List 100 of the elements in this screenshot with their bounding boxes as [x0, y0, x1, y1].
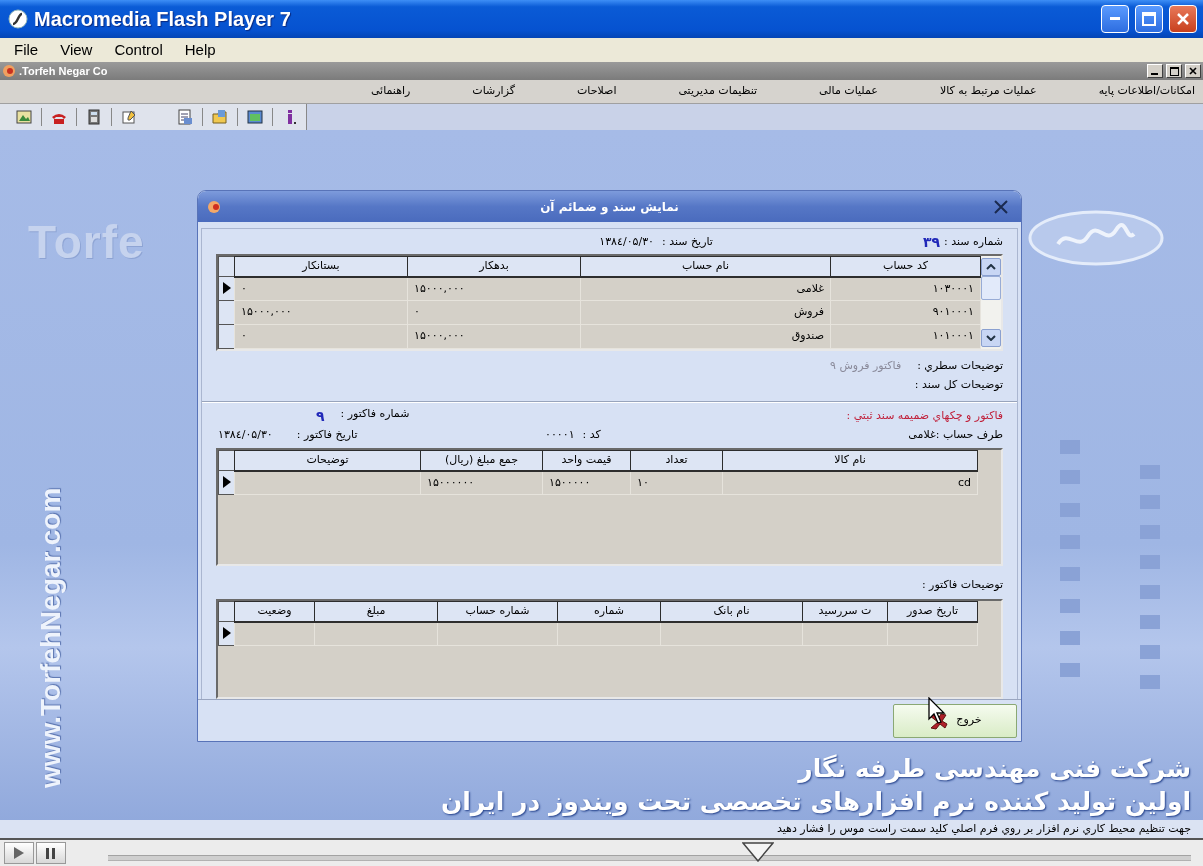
row-pointer-icon [222, 476, 231, 489]
app-menu-item[interactable]: عملیات مرتبط به کالا [939, 83, 1037, 100]
app-menu-item[interactable]: اصلاحات [576, 83, 617, 100]
scroll-thumb[interactable] [981, 275, 1001, 300]
column-header[interactable]: نام حساب [580, 256, 831, 277]
play-icon [13, 847, 25, 859]
field-value: ۰۰۰۰۱ [545, 427, 575, 444]
app-menu-item[interactable]: عملیات مالی [819, 83, 878, 100]
exit-button[interactable]: خروج [893, 703, 1017, 738]
table-cell: ۹۰۱۰۰۰۱ [830, 300, 981, 325]
column-header[interactable]: نام بانک [660, 601, 803, 622]
close-icon [994, 199, 1008, 214]
column-header[interactable]: مبلغ [314, 601, 438, 622]
table-cell: ۱۵۰۰۰,۰۰۰ [234, 300, 408, 325]
folder-icon [212, 109, 228, 125]
minimize-icon [1110, 17, 1120, 21]
company-tagline: اولین تولید کننده نرم افزارهای تخصصی تحت ویندوز در ایران [440, 786, 1191, 818]
column-header[interactable]: شماره [557, 601, 661, 622]
scroll-up-button[interactable] [981, 258, 1001, 276]
row-selector[interactable] [218, 276, 235, 301]
menu-item[interactable]: File [14, 38, 39, 62]
column-header[interactable]: وضعیت [234, 601, 315, 622]
table-cell: ۱۰۳۰۰۰۱ [830, 276, 981, 301]
mouse-cursor-icon [928, 697, 948, 725]
field-label: توضیحات سطري : [917, 358, 1003, 375]
app-logo-icon [2, 64, 16, 78]
window-icon [247, 109, 263, 125]
row-header-corner [218, 450, 235, 471]
maximize-button[interactable] [1166, 64, 1182, 78]
toolbar-button[interactable] [247, 109, 263, 125]
picture-icon [16, 109, 32, 125]
table-cell: ۱۵۰۰۰,۰۰۰ [407, 324, 581, 349]
toolbar-button[interactable] [16, 109, 32, 125]
section-heading: فاکتور و چکهاي ضميمه سند ثبتي : [846, 408, 1003, 425]
column-header[interactable]: بدهکار [407, 256, 581, 277]
row-selector[interactable] [218, 470, 235, 495]
menu-item[interactable]: View [60, 38, 93, 62]
toolbar-button[interactable] [121, 109, 137, 125]
table-cell: ۱۵۰۰۰,۰۰۰ [407, 276, 581, 301]
close-icon [1176, 12, 1190, 26]
calculator-icon [86, 109, 102, 125]
field-value: غلامی [908, 427, 936, 444]
field-label: تاریخ سند : [662, 234, 713, 251]
company-tagline: شرکت فنی مهندسی طرفه نگار [796, 753, 1191, 785]
field-label: توضیحات کل سند : [914, 377, 1003, 394]
toolbar-button[interactable] [177, 109, 193, 125]
field-value: فاکتور فروش ۹ [830, 358, 902, 375]
maximize-icon [1169, 66, 1179, 76]
scroll-down-button[interactable] [981, 329, 1001, 347]
app-menu-item[interactable]: امکانات/اطلاعات پایه [1098, 83, 1195, 100]
column-header[interactable]: کد حساب [830, 256, 981, 277]
field-label: شماره سند : [944, 234, 1003, 251]
field-label: تاریخ فاکتور : [296, 427, 358, 444]
window-title: Macromedia Flash Player 7 [34, 7, 291, 32]
field-value: ۹ [316, 407, 325, 426]
table-cell: غلامی [580, 276, 831, 301]
menu-item[interactable]: Control [114, 38, 163, 62]
table-cell: ۱۵۰۰۰۰۰ [542, 470, 631, 495]
column-header[interactable]: جمع مبلغ (ریال) [420, 450, 543, 471]
flash-icon [8, 9, 28, 29]
table-cell: ۰ [234, 276, 408, 301]
pause-button[interactable] [36, 842, 66, 864]
table-cell: فروش [580, 300, 831, 325]
toolbar-button[interactable] [86, 109, 102, 125]
app-menu-item[interactable]: تنظیمات مدیریتی [678, 83, 758, 100]
row-selector[interactable] [218, 324, 235, 349]
minimize-button[interactable] [1147, 64, 1163, 78]
close-icon [1189, 67, 1197, 75]
table-cell: cd [722, 470, 978, 495]
column-header[interactable]: تاریخ صدور [887, 601, 978, 622]
table-cell: ۰ [234, 324, 408, 349]
field-value: ۱۳۸٤/۰۵/۳۰ [599, 234, 654, 251]
scrollbar[interactable] [981, 256, 1001, 349]
table-cell: صندوق [580, 324, 831, 349]
column-header[interactable]: توضیحات [234, 450, 421, 471]
table-cell: ۱۵۰۰۰۰۰۰ [420, 470, 543, 495]
play-button[interactable] [4, 842, 34, 864]
row-selector[interactable] [218, 300, 235, 325]
document-icon [177, 109, 193, 125]
field-label: شماره فاکتور : [340, 406, 410, 422]
close-button[interactable] [1185, 64, 1201, 78]
column-header[interactable]: شماره حساب [437, 601, 558, 622]
column-header[interactable]: تعداد [630, 450, 723, 471]
app-menu-item[interactable]: راهنمائی [370, 83, 411, 100]
table-cell: ۰ [407, 300, 581, 325]
menu-item[interactable]: Help [184, 38, 216, 62]
app-title: .Torfeh Negar Co [19, 63, 108, 79]
app-menu-item[interactable]: گزارشات [472, 83, 515, 100]
column-header[interactable]: بستانکار [234, 256, 408, 277]
column-header[interactable]: نام کالا [722, 450, 978, 471]
dialog-title: نمایش سند و ضمائم آن [540, 198, 679, 216]
row-pointer-icon [222, 627, 231, 640]
column-header[interactable]: ت سررسید [802, 601, 888, 622]
row-header-corner [218, 601, 235, 622]
pause-icon [46, 847, 56, 859]
field-value: ۳۹ [922, 233, 940, 252]
field-label: توضیحات فاکتور : [921, 577, 1003, 594]
row-selector[interactable] [218, 621, 235, 646]
seek-thumb[interactable] [741, 842, 774, 862]
column-header[interactable]: قیمت واحد [542, 450, 631, 471]
